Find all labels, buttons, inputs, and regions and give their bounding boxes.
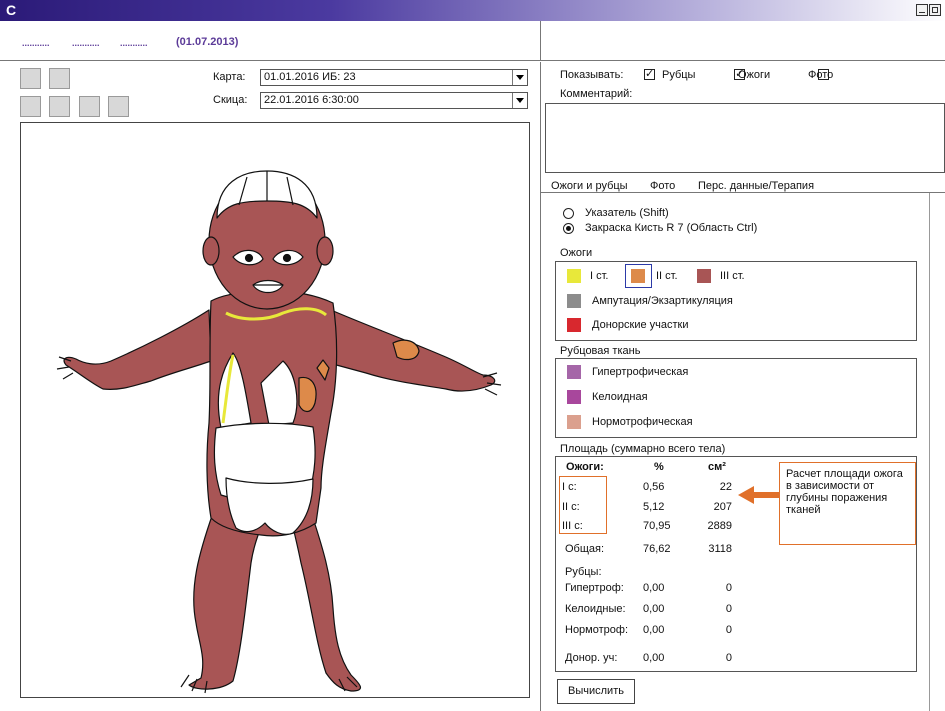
hypertrophic-swatch[interactable] [567, 365, 581, 379]
app-title: C [6, 2, 17, 18]
tool-button-5[interactable] [79, 96, 100, 117]
tool-button-6[interactable] [108, 96, 129, 117]
burn-deg2-label: II ст. [656, 270, 678, 282]
burn-deg2-swatch[interactable] [631, 269, 645, 283]
area-row-label: Общая: [565, 543, 605, 555]
area-group-title: Площадь (суммарно всего тела) [560, 443, 726, 455]
header-date: (01.07.2013) [176, 36, 239, 48]
normotrophic-swatch[interactable] [567, 415, 581, 429]
karta-select[interactable]: 01.01.2016 ИБ: 23 [260, 69, 528, 86]
burns-group-title: Ожоги [560, 247, 593, 259]
scar-row-cm: 0 [725, 624, 732, 636]
arrow-left-icon [738, 486, 780, 504]
header-right [541, 21, 945, 61]
burn-deg3-label: III ст. [720, 270, 745, 282]
area-row-pct: 0,56 [643, 481, 665, 493]
scar-row-cm: 0 [725, 582, 732, 594]
tab-personal-therapy[interactable]: Перс. данные/Терапия [698, 180, 814, 192]
area-row-cm: 2889 [707, 520, 732, 532]
panel-scrollbar[interactable] [929, 193, 930, 711]
burn-degree-highlight [559, 476, 607, 534]
amputation-label: Ампутация/Экзартикуляция [592, 295, 733, 307]
hypertrophic-label: Гипертрофическая [592, 366, 689, 378]
donor-row-label: Донор. уч: [565, 652, 618, 664]
tabs-divider [541, 192, 945, 193]
scar-row-pct: 0,00 [643, 582, 665, 594]
pointer-radio[interactable] [563, 208, 574, 219]
area-row-cm: 3118 [708, 543, 732, 555]
chevron-down-icon[interactable] [512, 93, 527, 108]
comment-label: Комментарий: [560, 88, 633, 100]
header-dots-3: ........... [120, 38, 148, 48]
skitsa-label: Скица: [213, 94, 248, 106]
donor-swatch[interactable] [567, 318, 581, 332]
header-dots-2: ........... [72, 38, 100, 48]
scar-row-label: Гипертроф: [565, 582, 624, 594]
tool-button-4[interactable] [49, 96, 70, 117]
comment-textarea[interactable] [545, 103, 945, 173]
area-row-cm: 207 [713, 501, 732, 513]
area-row-pct: 76,62 [643, 543, 671, 555]
scar-row-pct: 0,00 [643, 624, 665, 636]
tool-button-1[interactable] [20, 68, 41, 89]
burn-deg1-label: I ст. [590, 270, 609, 282]
donor-row-cm: 0 [725, 652, 732, 664]
paint-radio-label: Закраска Кисть R 7 (Область Ctrl) [585, 222, 758, 234]
burn-deg1-swatch[interactable] [567, 269, 581, 283]
header-dots-1: ........... [22, 38, 50, 48]
area-callout: Расчет площади ожога в зависимости от гл… [779, 462, 916, 545]
body-map-canvas[interactable] [20, 122, 530, 698]
tab-burns-scars[interactable]: Ожоги и рубцы [551, 180, 628, 192]
keloid-swatch[interactable] [567, 390, 581, 404]
scar-row-cm: 0 [725, 603, 732, 615]
area-head-pct: % [654, 461, 664, 473]
area-head-burns: Ожоги: [566, 461, 604, 473]
title-bar [0, 0, 945, 21]
header-left: ........... ........... ........... (01.… [0, 21, 541, 61]
tool-button-2[interactable] [49, 68, 70, 89]
pointer-radio-label: Указатель (Shift) [585, 207, 669, 219]
skitsa-select[interactable]: 22.01.2016 6:30:00 [260, 92, 528, 109]
maximize-button[interactable] [929, 4, 941, 16]
area-row-pct: 70,95 [643, 520, 671, 532]
skitsa-value: 22.01.2016 6:30:00 [264, 94, 359, 106]
scars-group-title: Рубцовая ткань [560, 345, 641, 357]
normotrophic-label: Нормотрофическая [592, 416, 693, 428]
tab-photo[interactable]: Фото [650, 180, 675, 192]
minimize-button[interactable] [916, 4, 928, 16]
area-head-cm: см² [708, 461, 726, 473]
karta-label: Карта: [213, 71, 246, 83]
area-row-pct: 5,12 [643, 501, 665, 513]
burn-deg3-swatch[interactable] [697, 269, 711, 283]
keloid-label: Келоидная [592, 391, 648, 403]
tool-button-3[interactable] [20, 96, 41, 117]
scar-row-label: Нормотроф: [565, 624, 628, 636]
scar-row-pct: 0,00 [643, 603, 665, 615]
scars-checkbox-label: Рубцы [662, 69, 696, 81]
show-label: Показывать: [560, 69, 624, 81]
burns-checkbox-label: Ожоги [738, 69, 771, 81]
area-row-cm: 22 [719, 481, 732, 493]
scars-checkbox[interactable] [644, 67, 655, 80]
chevron-down-icon[interactable] [512, 70, 527, 85]
child-body-diagram [56, 170, 502, 694]
photo-checkbox-label: Фото [808, 69, 834, 81]
karta-value: 01.01.2016 ИБ: 23 [264, 71, 356, 83]
donor-row-pct: 0,00 [643, 652, 665, 664]
amputation-swatch[interactable] [567, 294, 581, 308]
scar-row-label: Келоидные: [565, 603, 626, 615]
paint-radio[interactable] [563, 223, 574, 234]
area-scars-head: Рубцы: [565, 566, 602, 578]
donor-label: Донорские участки [592, 319, 689, 331]
calculate-button[interactable]: Вычислить [557, 679, 635, 704]
